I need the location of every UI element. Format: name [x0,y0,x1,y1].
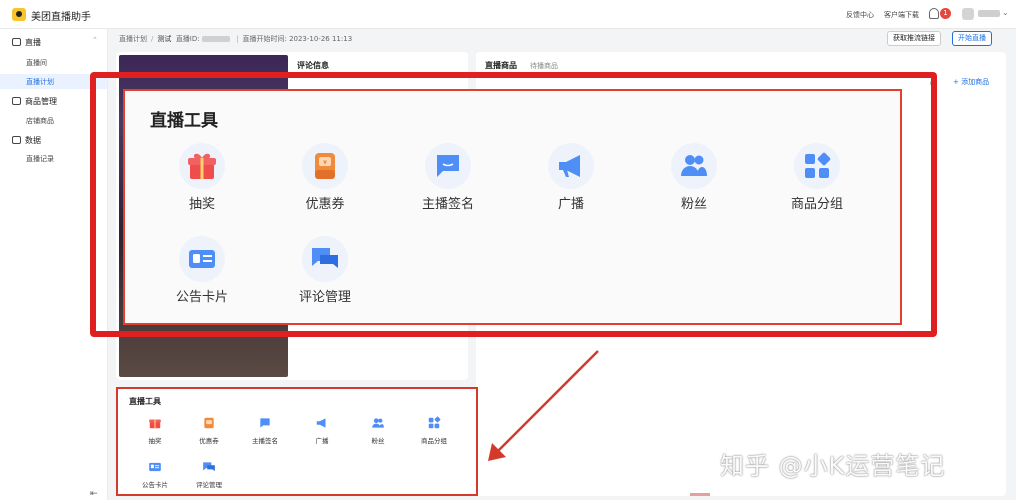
download-link[interactable]: 客户端下载 [884,10,919,20]
comments-title: 评论信息 [297,61,329,70]
video-icon [12,38,21,46]
coupon-icon [202,416,216,430]
tool-coupon[interactable]: ¥ 优惠券 [270,143,380,212]
live-id-blurred [201,36,230,42]
live-id-label: 直播ID: [175,35,200,43]
svg-text:¥: ¥ [323,160,327,167]
breadcrumb-current: 测试 [157,35,172,43]
start-time-label: 直播开始时间: [242,35,287,43]
tool-signature[interactable]: 主播签名 [393,143,503,212]
sidebar-item-live-records[interactable]: 直播记录 [26,154,54,164]
coupon-icon: ¥ [302,143,348,189]
tool-notice-card-small[interactable]: 公告卡片 [125,460,185,489]
watermark: 知乎 @小K运营笔记 [720,452,946,480]
start-live-button[interactable]: 开始直播 [952,31,992,46]
grid-icon [794,143,840,189]
sidebar-group-live[interactable]: 直播 [12,37,41,48]
tool-product-group[interactable]: 商品分组 [762,143,872,212]
id-card-icon [148,460,162,474]
collapse-sidebar-icon[interactable]: ⇤ [90,489,98,499]
gift-icon [148,416,162,430]
chat-bubble-icon [258,416,272,430]
products-subtitle: 待播商品 [530,62,558,70]
app-logo-icon [12,8,26,21]
users-icon [671,143,717,189]
tool-product-group-small[interactable]: 商品分组 [404,416,464,445]
live-tools-panel: 直播工具 抽奖 优惠券 主播签名 广播 粉丝 商品分组 公告卡片 评论管理 [116,387,478,496]
sidebar-item-live-plan[interactable]: 直播计划 [26,77,54,87]
start-time-value: 2023-10-26 11:13 [289,35,353,43]
tool-broadcast[interactable]: 广播 [516,143,626,212]
megaphone-icon [548,143,594,189]
tool-lottery[interactable]: 抽奖 [147,143,257,212]
bag-icon [12,97,21,105]
comments-icon [302,236,348,282]
tool-fans-small[interactable]: 粉丝 [348,416,408,445]
feedback-link[interactable]: 反馈中心 [846,10,874,20]
bell-icon[interactable] [929,8,939,19]
live-tools-title-small: 直播工具 [129,397,161,406]
tool-signature-small[interactable]: 主播签名 [235,416,295,445]
add-product-button[interactable]: + 添加商品 [953,77,989,87]
tool-fans[interactable]: 粉丝 [639,143,749,212]
red-arrow-icon [488,350,599,461]
app-title: 美团直播助手 [31,12,91,23]
grid-icon [427,416,441,430]
avatar[interactable] [962,8,974,20]
username-blurred [978,10,1000,17]
tool-lottery-small[interactable]: 抽奖 [125,416,185,445]
footer-mark [690,493,710,496]
gift-icon [179,143,225,189]
chevron-down-icon[interactable]: ⌄ [1002,8,1009,17]
live-tools-title: 直播工具 [150,111,218,131]
tool-coupon-small[interactable]: 优惠券 [179,416,239,445]
users-icon [371,416,385,430]
sidebar-group-products[interactable]: 商品管理 [12,96,57,107]
tool-comment-manage[interactable]: 评论管理 [270,236,380,305]
tool-broadcast-small[interactable]: 广播 [292,416,352,445]
megaphone-icon [315,416,329,430]
tool-comment-manage-small[interactable]: 评论管理 [179,460,239,489]
breadcrumb: 直播计划 / 测试 直播ID: | 直播开始时间: 2023-10-26 11:13 [119,35,353,43]
breadcrumb-parent[interactable]: 直播计划 [119,35,147,43]
id-card-icon [179,236,225,282]
sidebar-item-shop-products[interactable]: 店铺商品 [26,116,54,126]
sidebar-group-data[interactable]: 数据 [12,135,41,146]
tool-notice-card[interactable]: 公告卡片 [147,236,257,305]
chat-bubble-icon [425,143,471,189]
get-stream-link-button[interactable]: 获取推流链接 [887,31,941,46]
top-bar: 美团直播助手 反馈中心 客户端下载 1 ⌄ [0,0,1016,29]
chart-icon [12,136,21,144]
live-tools-enlarged: 直播工具 抽奖 ¥ 优惠券 主播签名 广播 粉丝 商品分组 公告卡片 评论管理 [123,89,902,325]
chevron-up-icon[interactable]: ⌃ [92,36,98,44]
sidebar-item-live-room[interactable]: 直播间 [26,58,47,68]
comments-icon [202,460,216,474]
notification-badge: 1 [940,8,951,19]
products-title: 直播商品 [485,61,517,70]
